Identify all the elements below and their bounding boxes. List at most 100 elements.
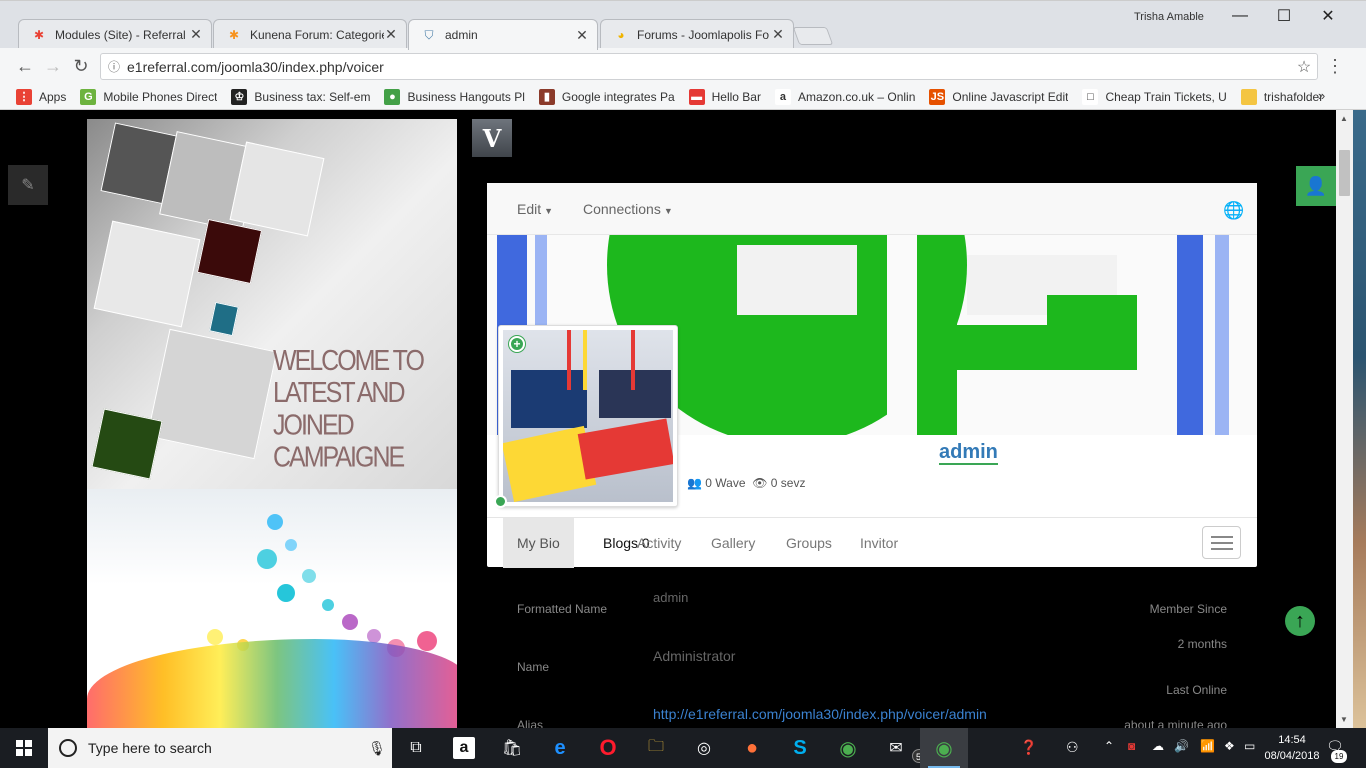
mail-icon[interactable]: ✉ — [872, 728, 920, 768]
profile-navbar: Edit ▼ Connections ▼ 🌐 — [487, 183, 1257, 235]
url-text: e1referral.com/joomla30/index.php/voicer — [127, 58, 384, 75]
page-scrollbar[interactable]: ▲ ▼ — [1336, 110, 1353, 728]
keyboard-icon[interactable]: ▭ — [1244, 739, 1255, 753]
welcome-banner[interactable]: WELCOME TO LATEST AND JOINED CAMPAIGNE — [87, 119, 457, 489]
bookmark-item[interactable]: a Amazon.co.uk – Onlin — [774, 88, 915, 105]
bookmark-item[interactable]: ▬ Hello Bar — [688, 88, 761, 105]
add-photo-icon[interactable]: + — [509, 336, 525, 352]
dropbox-icon[interactable]: ❖ — [1224, 739, 1235, 753]
chevron-up-icon[interactable]: ⌃ — [1104, 739, 1114, 753]
bookmark-label: Mobile Phones Direct — [103, 89, 218, 104]
last-online-value: about a minute ago — [1124, 718, 1227, 728]
taskbar-search-box[interactable]: Type here to search 🎙 — [48, 728, 392, 768]
skype-icon[interactable]: S — [776, 728, 824, 768]
start-button[interactable] — [0, 728, 48, 768]
web-page: ✎ 👤 WELCOME TO LATEST AND JOINED CAMPAIG… — [8, 110, 1336, 728]
tab-my-bio[interactable]: My Bio — [503, 518, 574, 568]
help-icon[interactable]: ❓ — [1020, 739, 1037, 756]
opera-icon[interactable]: O — [584, 728, 632, 768]
close-icon[interactable]: ✕ — [575, 27, 589, 44]
edit-dropdown[interactable]: Edit ▼ — [517, 201, 553, 217]
browser-tab[interactable]: ✱ Modules (Site) - Referral ✕ — [18, 19, 212, 49]
reload-button[interactable]: ↻ — [70, 55, 92, 77]
member-since-label: Member Since — [1149, 602, 1227, 616]
close-icon[interactable]: ✕ — [771, 26, 785, 43]
browser-tab-active[interactable]: ⛉ admin ✕ — [408, 19, 598, 50]
new-tab-button[interactable] — [792, 27, 834, 45]
connections-count[interactable]: 0 Wave — [705, 476, 745, 490]
tab-groups[interactable]: Groups — [772, 518, 846, 568]
alias-link[interactable]: http://e1referral.com/joomla30/index.php… — [653, 706, 987, 722]
chrome-icon[interactable]: ◉ — [824, 728, 872, 768]
profile-username[interactable]: admin — [939, 441, 998, 465]
store-icon[interactable]: 🛍 — [488, 728, 536, 768]
profile-card: Edit ▼ Connections ▼ 🌐 + admin 👥 0 Wave … — [487, 183, 1257, 568]
avatar[interactable]: + — [498, 325, 678, 507]
close-icon[interactable]: ✕ — [384, 26, 398, 43]
scroll-down-icon[interactable]: ▼ — [1340, 715, 1348, 724]
chrome-active-icon[interactable]: ◉ — [920, 728, 968, 768]
onedrive-icon[interactable]: ☁ — [1152, 739, 1164, 753]
system-clock[interactable]: 14:54 08/04/2018 — [1262, 732, 1322, 764]
volume-icon[interactable]: 🔊 — [1174, 739, 1189, 753]
bookmark-item[interactable]: trishafolder — [1240, 88, 1323, 105]
bookmark-item[interactable]: ● Business Hangouts Pl — [384, 88, 525, 105]
connections-dropdown[interactable]: Connections ▼ — [583, 201, 673, 217]
scrollbar-thumb[interactable] — [1339, 150, 1350, 196]
bookmark-icon: □ — [1082, 88, 1099, 105]
antivirus-icon[interactable]: ◙ — [1128, 739, 1135, 753]
bookmark-item[interactable]: ♔ Business tax: Self-em — [231, 88, 370, 105]
info-icon[interactable]: ⓘ — [101, 58, 127, 75]
minimize-button[interactable]: — — [1220, 5, 1260, 27]
close-icon[interactable]: ✕ — [189, 26, 203, 43]
tab-invitor[interactable]: Invitor — [846, 518, 912, 568]
site-logo[interactable]: V — [472, 119, 512, 157]
browser-menu-icon[interactable]: ⋮ — [1326, 56, 1344, 77]
bookmark-item[interactable]: □ Cheap Train Tickets, U — [1082, 88, 1227, 105]
close-window-button[interactable]: ✕ — [1308, 5, 1348, 27]
tab-gallery[interactable]: Gallery — [697, 518, 769, 568]
file-explorer-icon[interactable]: 🗀 — [632, 728, 680, 768]
tab-strip: ✱ Modules (Site) - Referral ✕ ✱ Kunena F… — [0, 0, 1366, 50]
bookmark-icon: JS — [929, 88, 946, 105]
bookmark-item[interactable]: ▮ Google integrates Pa — [538, 88, 675, 105]
bookmark-label: Google integrates Pa — [561, 89, 675, 104]
field-label: Formatted Name — [517, 602, 608, 616]
scroll-up-icon[interactable]: ▲ — [1340, 114, 1348, 123]
globe-icon[interactable]: 🌐 — [1223, 201, 1244, 221]
wifi-icon[interactable]: 📶 — [1200, 739, 1215, 753]
field-label: Name — [517, 660, 550, 674]
bookmark-item[interactable]: ⋮ Apps — [16, 88, 66, 105]
browser-tab[interactable]: ◕ Forums - Joomlapolis Fo ✕ — [600, 19, 794, 49]
bookmarks-more-button[interactable]: » — [1318, 88, 1325, 103]
people-icon[interactable]: ⚇ — [1066, 739, 1079, 756]
bookmark-item[interactable]: JS Online Javascript Edit — [929, 88, 1069, 105]
forward-button[interactable]: → — [42, 55, 64, 77]
bookmark-icon: G — [80, 88, 97, 105]
tab-activity[interactable]: Activity — [623, 518, 695, 568]
scroll-to-top-button[interactable]: ↑ — [1285, 606, 1315, 636]
bookmark-label: Online Javascript Edit — [952, 89, 1069, 104]
bookmark-item[interactable]: G Mobile Phones Direct — [80, 88, 218, 105]
address-bar[interactable]: ⓘ e1referral.com/joomla30/index.php/voic… — [100, 53, 1318, 80]
user-icon[interactable]: 👤 — [1296, 166, 1336, 206]
back-button[interactable]: ← — [14, 55, 36, 77]
bookmarks-bar: ⋮ Apps G Mobile Phones Direct ♔ Business tax:… — [0, 84, 1366, 110]
edge-icon[interactable]: e — [536, 728, 584, 768]
amazon-icon[interactable]: a — [440, 728, 488, 768]
microphone-icon[interactable]: 🎙 — [362, 740, 392, 757]
field-value: Administrator — [653, 648, 736, 664]
task-view-icon[interactable]: ⧉ — [392, 728, 440, 768]
bookmark-star-icon[interactable]: ☆ — [1291, 57, 1317, 77]
browser-tab[interactable]: ✱ Kunena Forum: Categorie ✕ — [213, 19, 407, 49]
banner-text: WELCOME TO LATEST AND JOINED CAMPAIGNE — [273, 344, 425, 474]
pencil-icon[interactable]: ✎ — [8, 165, 48, 205]
member-since-value: 2 months — [1177, 637, 1227, 651]
windows-taskbar: Type here to search 🎙 ⧉ a 🛍 e O 🗀 ◎ ● S … — [0, 728, 1366, 768]
maximize-button[interactable]: ☐ — [1264, 5, 1304, 27]
camera-app-icon[interactable]: ◎ — [680, 728, 728, 768]
tab-title: Modules (Site) - Referral — [55, 27, 186, 42]
hamburger-menu-button[interactable] — [1202, 526, 1241, 559]
firefox-icon[interactable]: ● — [728, 728, 776, 768]
bookmark-label: Hello Bar — [711, 89, 761, 104]
